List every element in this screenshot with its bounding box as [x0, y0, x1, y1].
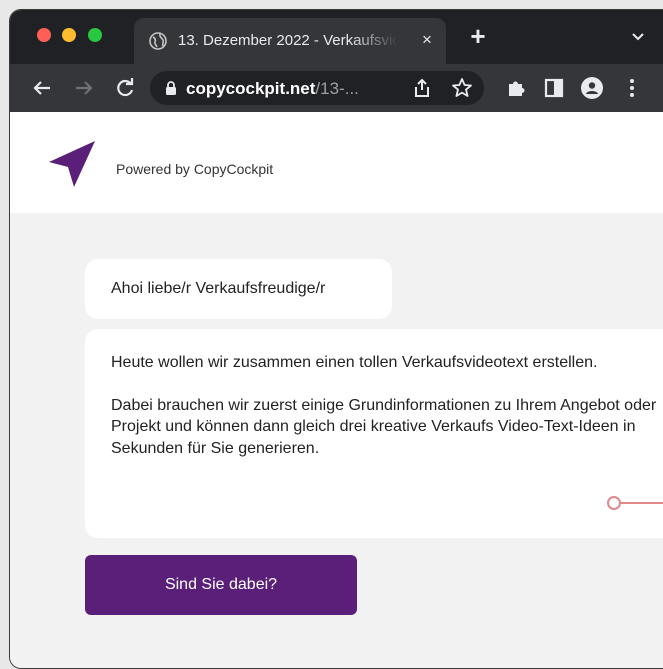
tab-title: 13. Dezember 2022 - Verkaufsvideotext [178, 32, 398, 49]
side-panel-icon[interactable] [542, 76, 566, 100]
sind-sie-dabei-button[interactable]: Sind Sie dabei? [85, 555, 357, 615]
url-domain: copycockpit.net [186, 79, 316, 98]
url-text: copycockpit.net/13-... [186, 79, 359, 99]
share-icon[interactable] [410, 76, 434, 100]
close-window-button[interactable] [37, 28, 51, 42]
chat-bubble-intro: Heute wollen wir zusammen einen tollen V… [85, 329, 663, 538]
browser-window: 13. Dezember 2022 - Verkaufsvideotext × … [9, 9, 663, 669]
slider-track [620, 502, 663, 504]
page-header: Powered by CopyCockpit [10, 112, 663, 213]
bookmark-star-icon[interactable] [450, 76, 474, 100]
chevron-down-icon[interactable] [630, 30, 646, 44]
slider-handle[interactable] [607, 496, 621, 510]
intro-paragraph: Dabei brauchen wir zuerst einige Grundin… [111, 396, 657, 457]
greeting-text: Ahoi liebe/r Verkaufsfreudige/r [111, 280, 326, 297]
browser-tab[interactable]: 13. Dezember 2022 - Verkaufsvideotext × [134, 18, 446, 64]
powered-by-text: Powered by CopyCockpit [116, 161, 274, 177]
browser-toolbar: copycockpit.net/13-... [10, 64, 663, 112]
extensions-puzzle-icon[interactable] [504, 76, 528, 100]
paper-plane-logo-icon [49, 141, 95, 187]
reload-icon[interactable] [113, 76, 137, 100]
lock-icon [166, 81, 176, 95]
more-menu-icon[interactable] [620, 76, 644, 100]
tab-strip: 13. Dezember 2022 - Verkaufsvideotext × … [10, 10, 663, 64]
forward-arrow-icon[interactable] [72, 76, 96, 100]
maximize-window-button[interactable] [88, 28, 102, 42]
url-path: /13-... [315, 79, 359, 98]
globe-icon [149, 32, 167, 50]
chat-bubble-greeting: Ahoi liebe/r Verkaufsfreudige/r [85, 259, 392, 319]
new-tab-icon[interactable]: + [466, 23, 490, 49]
profile-avatar-icon[interactable] [580, 76, 604, 100]
tab-close-icon[interactable]: × [416, 29, 438, 51]
page-content: Powered by CopyCockpit Ahoi liebe/r Verk… [10, 112, 663, 668]
intro-paragraph: Heute wollen wir zusammen einen tollen V… [111, 354, 598, 371]
back-arrow-icon[interactable] [30, 76, 54, 100]
minimize-window-button[interactable] [62, 28, 76, 42]
